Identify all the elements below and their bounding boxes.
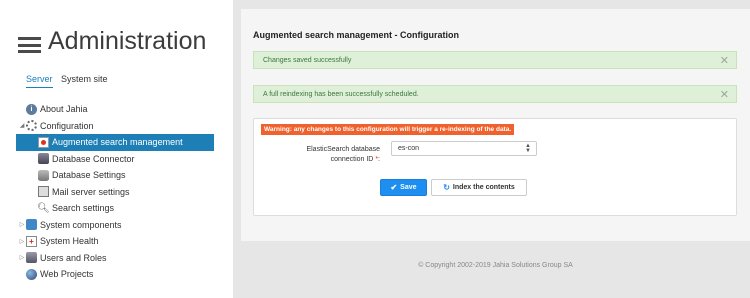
- expand-arrow-icon[interactable]: ▷: [18, 238, 26, 245]
- footer-copyright: © Copyright 2002-2019 Jahia Solutions Gr…: [418, 262, 573, 269]
- menu-icon[interactable]: [18, 37, 41, 53]
- save-button[interactable]: ✔ Save: [380, 179, 427, 196]
- tree-item-users-roles[interactable]: ▷ Users and Roles: [16, 250, 214, 267]
- tree-item-configuration[interactable]: ◢ Configuration: [16, 118, 214, 135]
- tab-server[interactable]: Server: [26, 74, 53, 88]
- info-icon: i: [26, 103, 37, 115]
- app-title: Administration: [48, 27, 207, 55]
- index-contents-button[interactable]: ↻ Index the contents: [431, 179, 527, 196]
- search-icon: 🔍︎: [37, 202, 50, 214]
- select-value: es-con: [398, 145, 420, 152]
- tree-item-database-connector[interactable]: Database Connector: [16, 151, 214, 168]
- expand-arrow-icon[interactable]: ▷: [18, 221, 26, 228]
- tree-item-mail-server[interactable]: Mail server settings: [16, 184, 214, 201]
- label-suffix: :: [378, 156, 380, 163]
- health-icon: +: [26, 235, 37, 247]
- tree-item-about-jahia[interactable]: i About Jahia: [16, 101, 214, 118]
- alert-text: Changes saved successfully: [263, 56, 352, 64]
- main-content: Augmented search management - Configurat…: [241, 9, 750, 241]
- success-alert: Changes saved successfully ✕: [253, 51, 737, 69]
- tab-system-site[interactable]: System site: [61, 74, 108, 87]
- tree-item-system-components[interactable]: ▷ System components: [16, 217, 214, 234]
- label-line1: ElasticSearch database: [306, 146, 380, 153]
- config-panel: Warning: any changes to this configurati…: [253, 118, 737, 216]
- select-caret-icon: ▲ ▼: [525, 143, 531, 154]
- tree-item-label: Users and Roles: [40, 252, 107, 263]
- reindex-alert: A full reindexing has been successfully …: [253, 85, 737, 103]
- index-label: Index the contents: [452, 184, 515, 191]
- database-settings-icon: [38, 169, 49, 181]
- page-title: Augmented search management - Configurat…: [253, 30, 460, 40]
- tree-item-label: Search settings: [52, 203, 115, 214]
- refresh-icon: ↻: [443, 183, 450, 192]
- warning-badge: Warning: any changes to this configurati…: [261, 124, 515, 135]
- alert-text: A full reindexing has been successfully …: [263, 90, 419, 98]
- save-label: Save: [400, 184, 417, 191]
- site-tabs: Server System site: [26, 74, 114, 88]
- tree-item-label: System Health: [40, 236, 99, 247]
- tree-item-label: Configuration: [40, 120, 94, 131]
- tree-item-database-settings[interactable]: Database Settings: [16, 167, 214, 184]
- module-icon: [38, 136, 49, 148]
- tree-item-web-projects[interactable]: Web Projects: [16, 266, 214, 283]
- label-line2: connection ID: [330, 156, 376, 163]
- expand-arrow-icon[interactable]: ▷: [18, 254, 26, 261]
- database-icon: [38, 153, 49, 165]
- connection-id-label: ElasticSearch database connection ID *:: [284, 145, 380, 165]
- tree-item-label: About Jahia: [40, 104, 88, 115]
- tree-item-augmented-search[interactable]: Augmented search management: [16, 134, 214, 151]
- check-icon: ✔: [390, 183, 398, 192]
- tree-item-search-settings[interactable]: 🔍︎ Search settings: [16, 200, 214, 217]
- puzzle-icon: [26, 219, 37, 231]
- tree-item-label: Mail server settings: [52, 186, 130, 197]
- gear-icon: [26, 120, 37, 132]
- tree-item-label: System components: [40, 219, 122, 230]
- sidebar: Administration Server System site i Abou…: [0, 0, 233, 298]
- tree-item-label: Augmented search management: [52, 137, 183, 148]
- connection-id-select[interactable]: es-con ▲ ▼: [391, 141, 537, 156]
- tree-item-label: Database Settings: [52, 170, 126, 181]
- tree-item-label: Database Connector: [52, 153, 135, 164]
- tree-item-system-health[interactable]: ▷ + System Health: [16, 233, 214, 250]
- admin-tree: i About Jahia ◢ Configuration Augmented …: [16, 101, 214, 283]
- close-icon[interactable]: ✕: [720, 88, 729, 101]
- expand-arrow-icon[interactable]: ◢: [18, 122, 26, 129]
- tree-item-label: Web Projects: [40, 269, 94, 280]
- mail-icon: [38, 186, 49, 198]
- globe-icon: [26, 268, 37, 280]
- users-icon: [26, 252, 37, 264]
- close-icon[interactable]: ✕: [720, 54, 729, 67]
